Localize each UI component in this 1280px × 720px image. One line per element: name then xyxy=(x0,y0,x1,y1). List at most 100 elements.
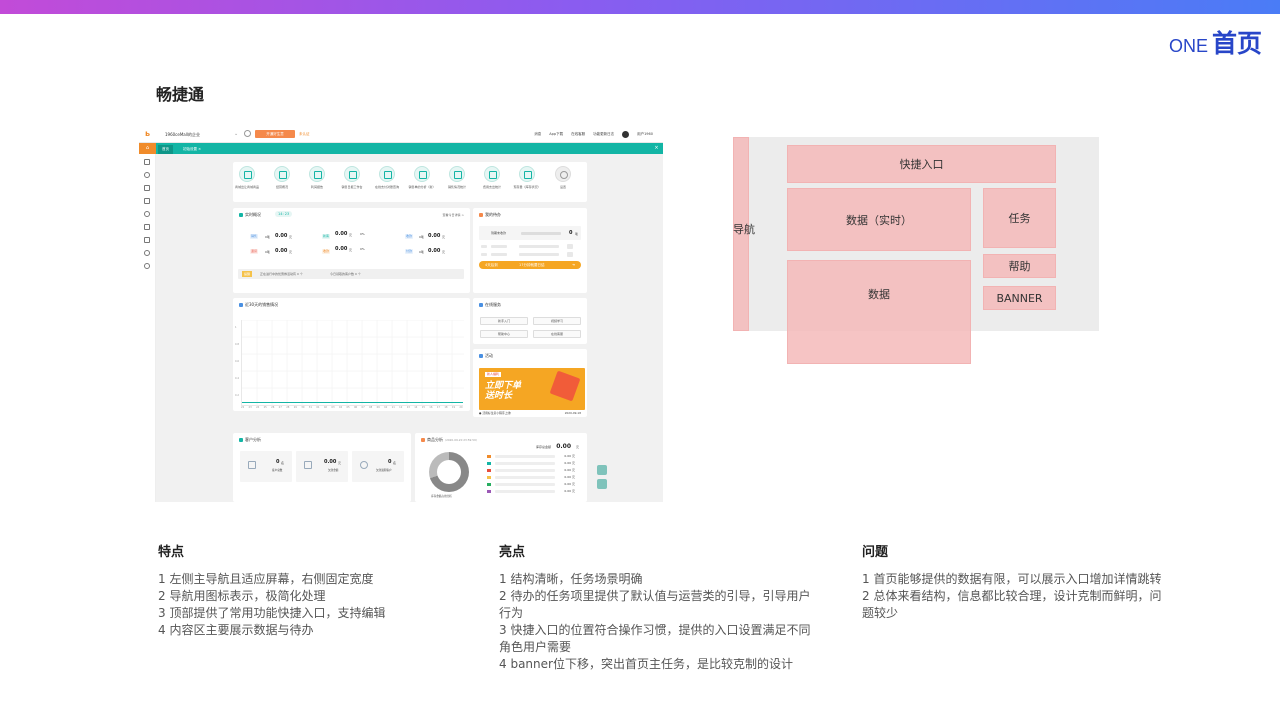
close-tabs-icon[interactable]: × xyxy=(652,144,661,153)
legend-swatch xyxy=(487,490,491,493)
company-name[interactable]: 1960ceMall的企业 xyxy=(165,132,200,138)
online-service-link[interactable]: 在线客服 xyxy=(571,132,585,137)
overdue-unit: 名 xyxy=(393,461,397,465)
x-tick: 04 xyxy=(338,406,343,409)
list-item: 3 快捷入口的位置符合操作习惯，提供的入口设置满足不同角色用户需要 xyxy=(499,623,811,654)
x-tick: 11 xyxy=(391,406,395,409)
help-center-button[interactable]: 帮助中心 xyxy=(480,330,528,338)
changelog-link[interactable]: 功能更新日志 xyxy=(593,132,614,137)
quick-entry-label: 在线支付对账查询 xyxy=(374,185,399,189)
wireframe-banner: BANNER xyxy=(983,286,1056,310)
stock-donut-chart xyxy=(429,452,469,492)
x-axis-ticks: 22 23 24 25 26 27 28 29 30 31 01 02 03 04 05 06 07 08 09 10… xyxy=(241,406,463,409)
nav-stock-icon[interactable] xyxy=(144,198,150,204)
message-link[interactable]: 消息 xyxy=(534,132,541,137)
receipt-amount: 0.00 xyxy=(428,233,441,239)
nav-finance-icon[interactable] xyxy=(144,224,150,230)
todo-item[interactable]: 到期未收款 0 笔 xyxy=(479,226,581,240)
chart-icon xyxy=(239,303,243,307)
overdue-value: 0 xyxy=(388,459,392,465)
user-name[interactable]: 用户1960 xyxy=(637,132,653,137)
list-item: 1 首页能够提供的数据有限，可以展示入口增加详情跳转 xyxy=(862,572,1162,586)
legend-value: 0.00 元 xyxy=(564,489,575,493)
avatar[interactable] xyxy=(622,131,630,138)
sales-chart-title: 近30天的销售情况 xyxy=(239,302,278,308)
quick-entry-label: 设置 xyxy=(559,185,566,189)
nav-customer-icon[interactable] xyxy=(144,211,150,217)
x-tick: 20 xyxy=(459,406,463,409)
quick-entry-item[interactable]: 现存量（库存状况） xyxy=(513,166,541,189)
todo-guide-bar[interactable]: 4天后到 17分钟就要日结 ➜ xyxy=(479,261,581,269)
notice-customers[interactable]: 今日领取的客户数 0 个 xyxy=(330,272,361,276)
legend-bar xyxy=(495,490,555,493)
legend-bar xyxy=(495,462,555,465)
quick-entry-item[interactable]: 经营概况 xyxy=(268,166,296,189)
quick-entry-item[interactable]: 商城出让商城商品 xyxy=(233,166,261,189)
legend-swatch xyxy=(487,455,491,458)
quick-entry-label: 商城出让商城商品 xyxy=(234,185,259,189)
company-dropdown-icon[interactable]: ⌄ xyxy=(234,131,238,137)
x-tick: 17 xyxy=(436,406,440,409)
newbie-guide-button[interactable]: 新手入门 xyxy=(480,317,528,325)
online-service-button[interactable]: 在线客服 xyxy=(533,330,581,338)
payment-tag: 付款 xyxy=(405,249,414,254)
nav-mall-icon[interactable] xyxy=(144,250,150,256)
banner-tag: 新人福利 xyxy=(485,372,502,377)
nav-purchase-icon[interactable] xyxy=(144,185,150,191)
quick-entry-item[interactable]: 费用支出统计 xyxy=(478,166,506,189)
quick-entry-item[interactable]: 利润报告 xyxy=(303,166,331,189)
nav-report-icon[interactable] xyxy=(144,237,150,243)
sales-chart-area xyxy=(241,320,464,406)
nav-calendar-icon[interactable] xyxy=(144,159,150,165)
realtime-more-link[interactable]: 查看今日详情 > xyxy=(443,213,464,217)
new-customer-unit: 元 xyxy=(349,233,353,237)
overdue-box[interactable]: 0 名 欠款逾期客户 xyxy=(352,451,404,482)
problems-title: 问题 xyxy=(862,545,889,560)
tab-initial-settings[interactable]: 初始设置 × xyxy=(179,145,205,154)
primary-header-button[interactable]: 开通好生意 xyxy=(255,130,295,138)
home-icon[interactable]: ⌂ xyxy=(139,143,156,154)
wireframe-task: 任务 xyxy=(983,188,1056,248)
legend-bar xyxy=(495,469,555,472)
quick-entry-item[interactable]: 销售单的分析（新） xyxy=(408,166,436,189)
back-to-top-icon[interactable] xyxy=(597,479,607,489)
stock-total-value: 0.00 xyxy=(556,443,571,450)
quick-entry-item[interactable]: 在线支付对账查询 xyxy=(373,166,401,189)
placeholder-bar xyxy=(491,253,507,256)
arrears-box[interactable]: 0.00 元 欠款金额 xyxy=(296,451,348,482)
quick-entry-icon xyxy=(309,166,325,182)
nav-settings-icon[interactable] xyxy=(144,263,150,269)
activity-banner[interactable]: 新人福利 立即下单 送时长 xyxy=(479,368,585,410)
list-item: 2 总体来看结构，信息都比较合理，设计克制而鲜明，问题较少 xyxy=(862,589,1162,620)
app-screenshot: ь 1960ceMall的企业 ⌄ 开通好生意 未认证 消息 App下载 在线客… xyxy=(139,127,663,502)
quick-entry-icon xyxy=(449,166,465,182)
new-customer-tag: 新客 xyxy=(322,234,331,239)
video-learning-button[interactable]: 视频学习 xyxy=(533,317,581,325)
x-tick: 24 xyxy=(256,406,260,409)
wireframe-help: 帮助 xyxy=(983,254,1056,278)
legend-value: 0.00 元 xyxy=(564,475,575,479)
x-tick: 19 xyxy=(451,406,456,409)
refresh-icon[interactable] xyxy=(597,465,607,475)
quick-entry-item[interactable]: 销售日报工作台 xyxy=(338,166,366,189)
verify-link[interactable]: 未认证 xyxy=(299,132,310,137)
list-item: 4 banner位下移，突出首页主任务，是比较克制的设计 xyxy=(499,657,793,671)
activity-caption[interactable]: ● 活用好生意小程序上线! xyxy=(479,411,511,415)
todo-count: 0 xyxy=(569,230,573,236)
sales-chart-card: 近30天的销售情况 1 0.8 0.6 0.4 0.2 22 23 24 25 … xyxy=(233,298,470,411)
legend-value: 0.00 元 xyxy=(564,482,575,486)
quick-entry-item[interactable]: 设置 xyxy=(549,166,577,189)
tab-home[interactable]: 首页 xyxy=(158,145,173,154)
x-tick: 29 xyxy=(293,406,297,409)
app-download-link[interactable]: App下载 xyxy=(549,132,563,137)
notice-coupon[interactable]: 正在进行中的优惠券活动有 0 个 xyxy=(260,272,303,276)
list-item: 2 待办的任务项里提供了默认值与运营类的引导，引导用户行为 xyxy=(499,589,811,620)
customer-total-box[interactable]: 0 名 客户总数 xyxy=(240,451,292,482)
settings-icon[interactable] xyxy=(244,130,251,137)
payment-amount: 0.00 xyxy=(428,248,441,254)
nav-sales-icon[interactable] xyxy=(144,172,150,178)
placeholder-bar xyxy=(567,252,573,257)
quick-entry-label: 现存量（库存状况） xyxy=(513,185,541,189)
app-header: ь 1960ceMall的企业 ⌄ 开通好生意 未认证 消息 App下载 在线客… xyxy=(139,127,663,143)
quick-entry-item[interactable]: 销售情况统计 xyxy=(443,166,471,189)
